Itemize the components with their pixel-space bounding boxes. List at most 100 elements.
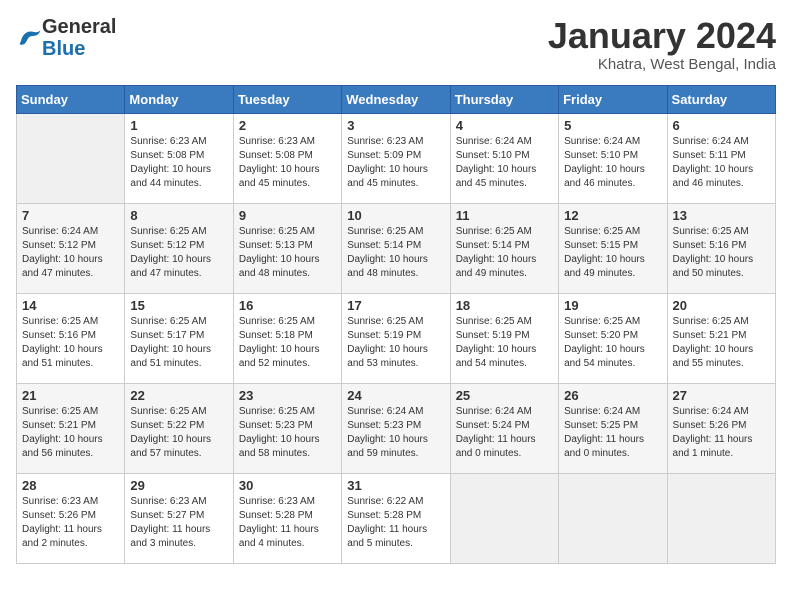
day-info: Sunrise: 6:24 AM Sunset: 5:24 PM Dayligh… bbox=[456, 405, 553, 461]
day-info: Sunrise: 6:25 AM Sunset: 5:21 PM Dayligh… bbox=[673, 315, 770, 371]
day-info: Sunrise: 6:25 AM Sunset: 5:19 PM Dayligh… bbox=[456, 315, 553, 371]
day-number: 28 bbox=[22, 478, 119, 493]
day-info: Sunrise: 6:25 AM Sunset: 5:17 PM Dayligh… bbox=[130, 315, 227, 371]
calendar-cell: 29Sunrise: 6:23 AM Sunset: 5:27 PM Dayli… bbox=[125, 473, 233, 563]
calendar-cell: 17 Sunrise: 6:25 AM Sunset: 5:19 PM Dayli… bbox=[342, 293, 450, 383]
calendar-cell: 1 Sunrise: 6:23 AM Sunset: 5:08 PM Daylig… bbox=[125, 113, 233, 203]
day-number: 13 bbox=[673, 208, 770, 223]
day-info: Sunrise: 6:23 AM Sunset: 5:28 PM Dayligh… bbox=[239, 495, 336, 551]
calendar-cell: 19Sunrise: 6:25 AM Sunset: 5:20 PM Dayli… bbox=[559, 293, 667, 383]
day-number: 3 bbox=[347, 118, 444, 133]
day-info: Sunrise: 6:23 AM Sunset: 5:26 PM Dayligh… bbox=[22, 495, 119, 551]
day-header-sunday: Sunday bbox=[17, 85, 125, 113]
day-header-tuesday: Tuesday bbox=[233, 85, 341, 113]
day-number: 20 bbox=[673, 298, 770, 313]
calendar-cell: 27 Sunrise: 6:24 AM Sunset: 5:26 PM Dayli… bbox=[667, 383, 775, 473]
day-number: 6 bbox=[673, 118, 770, 133]
day-info: Sunrise: 6:25 AM Sunset: 5:14 PM Dayligh… bbox=[347, 225, 444, 281]
calendar-cell: 7 Sunrise: 6:24 AM Sunset: 5:12 PM Daylig… bbox=[17, 203, 125, 293]
day-number: 31 bbox=[347, 478, 444, 493]
logo-icon bbox=[18, 28, 42, 48]
day-info: Sunrise: 6:24 AM Sunset: 5:26 PM Dayligh… bbox=[673, 405, 770, 461]
day-number: 14 bbox=[22, 298, 119, 313]
header-row: SundayMondayTuesdayWednesdayThursdayFrid… bbox=[17, 85, 776, 113]
day-number: 21 bbox=[22, 388, 119, 403]
title-block: January 2024 Khatra, West Bengal, India bbox=[548, 16, 776, 73]
day-info: Sunrise: 6:24 AM Sunset: 5:11 PM Dayligh… bbox=[673, 135, 770, 191]
day-info: Sunrise: 6:24 AM Sunset: 5:25 PM Dayligh… bbox=[564, 405, 661, 461]
day-number: 25 bbox=[456, 388, 553, 403]
day-info: Sunrise: 6:25 AM Sunset: 5:15 PM Dayligh… bbox=[564, 225, 661, 281]
day-info: Sunrise: 6:23 AM Sunset: 5:27 PM Dayligh… bbox=[130, 495, 227, 551]
day-number: 1 bbox=[130, 118, 227, 133]
day-number: 17 bbox=[347, 298, 444, 313]
page-header: General Blue January 2024 Khatra, West B… bbox=[16, 16, 776, 73]
calendar-cell: 9 Sunrise: 6:25 AM Sunset: 5:13 PM Daylig… bbox=[233, 203, 341, 293]
day-info: Sunrise: 6:24 AM Sunset: 5:10 PM Dayligh… bbox=[456, 135, 553, 191]
day-info: Sunrise: 6:25 AM Sunset: 5:23 PM Dayligh… bbox=[239, 405, 336, 461]
day-info: Sunrise: 6:25 AM Sunset: 5:18 PM Dayligh… bbox=[239, 315, 336, 371]
calendar-cell: 21 Sunrise: 6:25 AM Sunset: 5:21 PM Dayli… bbox=[17, 383, 125, 473]
day-info: Sunrise: 6:25 AM Sunset: 5:13 PM Dayligh… bbox=[239, 225, 336, 281]
calendar-week-5: 28 Sunrise: 6:23 AM Sunset: 5:26 PM Dayli… bbox=[17, 473, 776, 563]
day-header-saturday: Saturday bbox=[667, 85, 775, 113]
calendar-week-4: 21 Sunrise: 6:25 AM Sunset: 5:21 PM Dayli… bbox=[17, 383, 776, 473]
day-header-monday: Monday bbox=[125, 85, 233, 113]
calendar-cell: 26 Sunrise: 6:24 AM Sunset: 5:25 PM Dayli… bbox=[559, 383, 667, 473]
day-info: Sunrise: 6:25 AM Sunset: 5:22 PM Dayligh… bbox=[130, 405, 227, 461]
day-info: Sunrise: 6:25 AM Sunset: 5:19 PM Dayligh… bbox=[347, 315, 444, 371]
calendar-week-2: 7 Sunrise: 6:24 AM Sunset: 5:12 PM Daylig… bbox=[17, 203, 776, 293]
day-number: 16 bbox=[239, 298, 336, 313]
day-info: Sunrise: 6:25 AM Sunset: 5:21 PM Dayligh… bbox=[22, 405, 119, 461]
month-title: January 2024 bbox=[548, 16, 776, 56]
day-number: 26 bbox=[564, 388, 661, 403]
calendar-cell bbox=[667, 473, 775, 563]
day-header-friday: Friday bbox=[559, 85, 667, 113]
calendar-cell: 10 Sunrise: 6:25 AM Sunset: 5:14 PM Dayli… bbox=[342, 203, 450, 293]
calendar-cell: 16 Sunrise: 6:25 AM Sunset: 5:18 PM Dayli… bbox=[233, 293, 341, 383]
logo-blue-text: Blue bbox=[42, 38, 85, 60]
day-info: Sunrise: 6:24 AM Sunset: 5:12 PM Dayligh… bbox=[22, 225, 119, 281]
day-number: 8 bbox=[130, 208, 227, 223]
calendar-cell: 6 Sunrise: 6:24 AM Sunset: 5:11 PM Daylig… bbox=[667, 113, 775, 203]
day-info: Sunrise: 6:22 AM Sunset: 5:28 PM Dayligh… bbox=[347, 495, 444, 551]
day-number: 9 bbox=[239, 208, 336, 223]
calendar-cell: 23 Sunrise: 6:25 AM Sunset: 5:23 PM Dayli… bbox=[233, 383, 341, 473]
day-info: Sunrise: 6:25 AM Sunset: 5:14 PM Dayligh… bbox=[456, 225, 553, 281]
day-number: 2 bbox=[239, 118, 336, 133]
day-info: Sunrise: 6:23 AM Sunset: 5:08 PM Dayligh… bbox=[239, 135, 336, 191]
day-header-wednesday: Wednesday bbox=[342, 85, 450, 113]
calendar-cell: 28 Sunrise: 6:23 AM Sunset: 5:26 PM Dayli… bbox=[17, 473, 125, 563]
calendar-cell bbox=[559, 473, 667, 563]
day-info: Sunrise: 6:25 AM Sunset: 5:16 PM Dayligh… bbox=[673, 225, 770, 281]
calendar-cell: 22 Sunrise: 6:25 AM Sunset: 5:22 PM Dayli… bbox=[125, 383, 233, 473]
day-number: 5 bbox=[564, 118, 661, 133]
calendar-cell: 31 Sunrise: 6:22 AM Sunset: 5:28 PM Dayli… bbox=[342, 473, 450, 563]
calendar-week-3: 14Sunrise: 6:25 AM Sunset: 5:16 PM Dayli… bbox=[17, 293, 776, 383]
calendar-table: SundayMondayTuesdayWednesdayThursdayFrid… bbox=[16, 85, 776, 564]
calendar-cell: 18Sunrise: 6:25 AM Sunset: 5:19 PM Dayli… bbox=[450, 293, 558, 383]
day-number: 22 bbox=[130, 388, 227, 403]
calendar-cell bbox=[17, 113, 125, 203]
calendar-cell: 13 Sunrise: 6:25 AM Sunset: 5:16 PM Dayli… bbox=[667, 203, 775, 293]
day-number: 19 bbox=[564, 298, 661, 313]
calendar-week-1: 1 Sunrise: 6:23 AM Sunset: 5:08 PM Daylig… bbox=[17, 113, 776, 203]
logo-general-text: General bbox=[42, 16, 116, 38]
day-info: Sunrise: 6:23 AM Sunset: 5:09 PM Dayligh… bbox=[347, 135, 444, 191]
calendar-cell: 20 Sunrise: 6:25 AM Sunset: 5:21 PM Dayli… bbox=[667, 293, 775, 383]
day-info: Sunrise: 6:24 AM Sunset: 5:10 PM Dayligh… bbox=[564, 135, 661, 191]
day-number: 7 bbox=[22, 208, 119, 223]
day-info: Sunrise: 6:23 AM Sunset: 5:08 PM Dayligh… bbox=[130, 135, 227, 191]
calendar-cell: 25 Sunrise: 6:24 AM Sunset: 5:24 PM Dayli… bbox=[450, 383, 558, 473]
day-number: 23 bbox=[239, 388, 336, 403]
location-text: Khatra, West Bengal, India bbox=[548, 56, 776, 73]
calendar-cell: 12Sunrise: 6:25 AM Sunset: 5:15 PM Dayli… bbox=[559, 203, 667, 293]
day-number: 27 bbox=[673, 388, 770, 403]
day-info: Sunrise: 6:25 AM Sunset: 5:12 PM Dayligh… bbox=[130, 225, 227, 281]
day-number: 4 bbox=[456, 118, 553, 133]
day-number: 10 bbox=[347, 208, 444, 223]
calendar-cell: 24Sunrise: 6:24 AM Sunset: 5:23 PM Dayli… bbox=[342, 383, 450, 473]
logo: General Blue bbox=[16, 16, 116, 60]
day-number: 15 bbox=[130, 298, 227, 313]
calendar-cell bbox=[450, 473, 558, 563]
